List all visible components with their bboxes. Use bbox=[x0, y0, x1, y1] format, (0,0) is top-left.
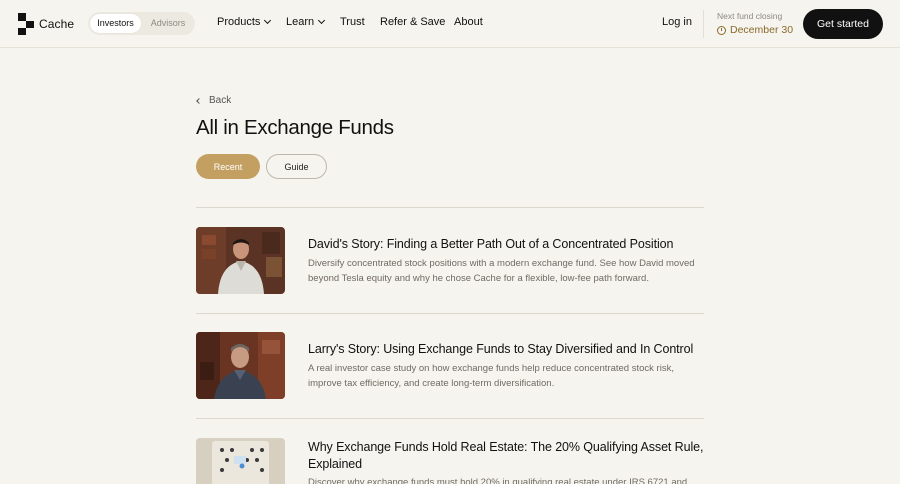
nav-about-label: About bbox=[454, 16, 483, 28]
fund-closing-date-text: December 30 bbox=[730, 24, 794, 36]
chevron-left-icon bbox=[196, 97, 202, 104]
article-thumbnail[interactable] bbox=[196, 227, 285, 294]
article-description: Diversify concentrated stock positions w… bbox=[308, 258, 695, 284]
back-link[interactable]: Back bbox=[196, 95, 232, 106]
nav-about[interactable]: About bbox=[454, 16, 483, 28]
clock-icon bbox=[717, 25, 726, 35]
audience-toggle: Investors Advisors bbox=[88, 12, 195, 35]
article-thumbnail[interactable] bbox=[196, 332, 285, 399]
nav-trust-label: Trust bbox=[340, 16, 365, 28]
nav-products[interactable]: Products bbox=[217, 16, 272, 28]
article-description: A real investor case study on how exchan… bbox=[308, 363, 674, 389]
filter-guide-button[interactable]: Guide bbox=[266, 154, 327, 179]
man-talking-photo bbox=[196, 332, 285, 399]
audience-investors-tab[interactable]: Investors bbox=[90, 14, 141, 33]
chevron-down-icon bbox=[318, 16, 326, 25]
grid-illustration bbox=[196, 438, 285, 484]
cache-logo-icon bbox=[18, 13, 34, 35]
login-link[interactable]: Log in bbox=[662, 16, 692, 28]
divider bbox=[196, 418, 704, 419]
divider bbox=[196, 207, 704, 208]
get-started-button[interactable]: Get started bbox=[803, 9, 883, 39]
man-seated-photo bbox=[196, 227, 285, 294]
article-description: Discover why exchange funds must hold 20… bbox=[308, 477, 688, 484]
header-divider bbox=[703, 10, 704, 38]
article-thumbnail[interactable] bbox=[196, 438, 285, 484]
chevron-down-icon bbox=[264, 16, 272, 25]
article-title[interactable]: Why Exchange Funds Hold Real Estate: The… bbox=[308, 439, 704, 472]
cache-logo[interactable]: Cache bbox=[18, 12, 74, 36]
nav-learn-label: Learn bbox=[286, 16, 315, 28]
nav-learn[interactable]: Learn bbox=[286, 16, 326, 28]
back-label: Back bbox=[209, 95, 232, 106]
logo-text: Cache bbox=[39, 17, 75, 31]
article-title[interactable]: David's Story: Finding a Better Path Out… bbox=[308, 236, 704, 253]
site-header: Cache Investors Advisors Products Learn … bbox=[0, 0, 900, 48]
divider bbox=[196, 313, 704, 314]
nav-products-label: Products bbox=[217, 16, 261, 28]
filter-recent-button[interactable]: Recent bbox=[196, 154, 260, 179]
fund-closing-label: Next fund closing bbox=[717, 11, 783, 21]
audience-advisors-tab[interactable]: Advisors bbox=[143, 14, 193, 33]
nav-refer-save[interactable]: Refer & Save bbox=[380, 16, 445, 28]
fund-closing-date: December 30 bbox=[717, 24, 793, 36]
page-title: All in Exchange Funds bbox=[196, 116, 394, 139]
nav-refer-save-label: Refer & Save bbox=[380, 16, 446, 28]
nav-trust[interactable]: Trust bbox=[340, 16, 365, 28]
article-title[interactable]: Larry's Story: Using Exchange Funds to S… bbox=[308, 341, 704, 358]
